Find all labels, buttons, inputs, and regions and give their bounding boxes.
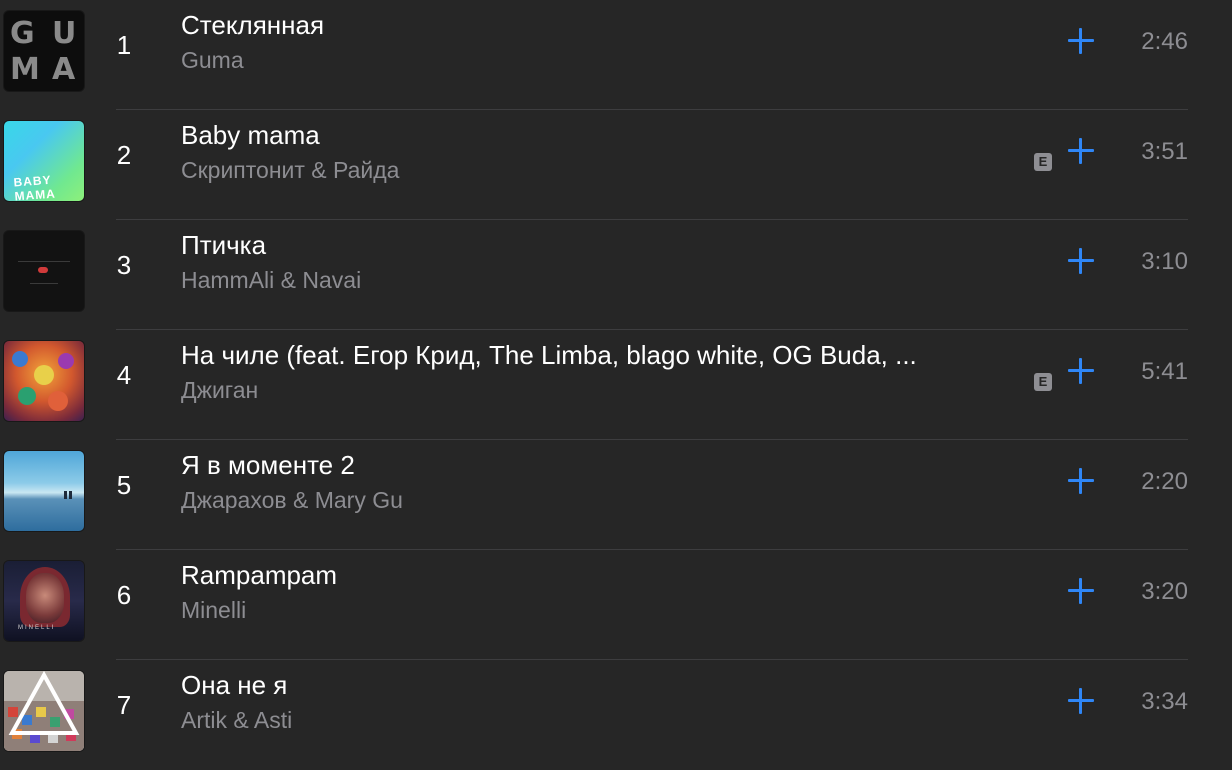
plus-icon[interactable] (1067, 27, 1095, 55)
explicit-badge-icon: E (1034, 373, 1052, 391)
artwork-figure (64, 491, 67, 499)
track-row[interactable]: MINELLI 6 Rampampam Minelli 3:20 (0, 550, 1232, 660)
album-artwork[interactable] (4, 451, 84, 531)
track-title: Я в моменте 2 (181, 450, 355, 480)
track-artist[interactable]: Artik & Asti (181, 707, 1001, 734)
plus-icon[interactable] (1067, 687, 1095, 715)
track-artist[interactable]: Guma (181, 47, 1001, 74)
track-title: Птичка (181, 230, 267, 260)
track-artist[interactable]: Джарахов & Mary Gu (181, 487, 1001, 514)
track-artist[interactable]: Джиган (181, 377, 1001, 404)
album-artwork[interactable]: MINELLI (4, 561, 84, 641)
plus-icon[interactable] (1067, 577, 1095, 605)
artwork-letter: U (52, 16, 78, 51)
bird-icon (38, 267, 48, 273)
artwork-figure (58, 353, 74, 369)
artwork-figure (34, 365, 54, 385)
track-title: Стеклянная (181, 10, 325, 40)
artwork-line (18, 261, 70, 262)
album-artwork[interactable] (4, 671, 84, 751)
artwork-figure (12, 351, 28, 367)
track-title: Baby mama (181, 120, 320, 150)
track-row[interactable]: 5 Я в моменте 2 Джарахов & Mary Gu 2:20 (0, 440, 1232, 550)
track-row[interactable]: BABY MAMA 2 Baby mama Скриптонит & Райда… (0, 110, 1232, 220)
track-row[interactable]: 3 Птичка HammAli & Navai 3:10 (0, 220, 1232, 330)
track-row[interactable]: 7 Она не я Artik & Asti 3:34 (0, 660, 1232, 770)
track-title: Она не я (181, 670, 288, 700)
track-artist[interactable]: HammAli & Navai (181, 267, 1001, 294)
plus-icon[interactable] (1067, 247, 1095, 275)
track-duration: 2:46 (1141, 28, 1188, 55)
plus-icon[interactable] (1067, 357, 1095, 385)
track-row[interactable]: G U M A 1 Стеклянная Guma 2:46 (0, 0, 1232, 110)
plus-icon[interactable] (1067, 137, 1095, 165)
track-number: 4 (116, 360, 132, 390)
track-number: 7 (116, 690, 132, 720)
track-number: 6 (116, 580, 132, 610)
artwork-figure (18, 387, 36, 405)
track-row[interactable]: 4 На чиле (feat. Егор Крид, The Limba, b… (0, 330, 1232, 440)
plus-icon[interactable] (1067, 467, 1095, 495)
artwork-line (30, 283, 58, 284)
track-duration: 3:20 (1141, 578, 1188, 605)
track-title: Rampampam (181, 560, 338, 590)
artwork-figure (69, 491, 72, 499)
album-artwork[interactable] (4, 341, 84, 421)
track-artist[interactable]: Minelli (181, 597, 1001, 624)
artwork-collage (4, 671, 84, 751)
artwork-text: MINELLI (18, 625, 56, 631)
artwork-letter: M (10, 52, 41, 87)
artwork-letter: A (52, 52, 77, 87)
artwork-text: BABY MAMA (13, 172, 57, 201)
track-list: G U M A 1 Стеклянная Guma 2:46 BABY MAMA… (0, 0, 1232, 758)
track-number: 5 (116, 470, 132, 500)
track-title: На чиле (feat. Егор Крид, The Limba, bla… (181, 340, 917, 370)
track-duration: 3:34 (1141, 688, 1188, 715)
track-duration: 3:51 (1141, 138, 1188, 165)
track-duration: 3:10 (1141, 248, 1188, 275)
track-duration: 5:41 (1141, 358, 1188, 385)
track-number: 2 (116, 140, 132, 170)
album-artwork[interactable] (4, 231, 84, 311)
track-artist[interactable]: Скриптонит & Райда (181, 157, 1001, 184)
track-number: 3 (116, 250, 132, 280)
artwork-letter: G (10, 16, 36, 51)
explicit-badge-icon: E (1034, 153, 1052, 171)
track-number: 1 (116, 30, 132, 60)
artwork-figure (48, 391, 68, 411)
artwork-figure (26, 573, 64, 623)
album-artwork[interactable]: BABY MAMA (4, 121, 84, 201)
track-duration: 2:20 (1141, 468, 1188, 495)
album-artwork[interactable]: G U M A (4, 11, 84, 91)
